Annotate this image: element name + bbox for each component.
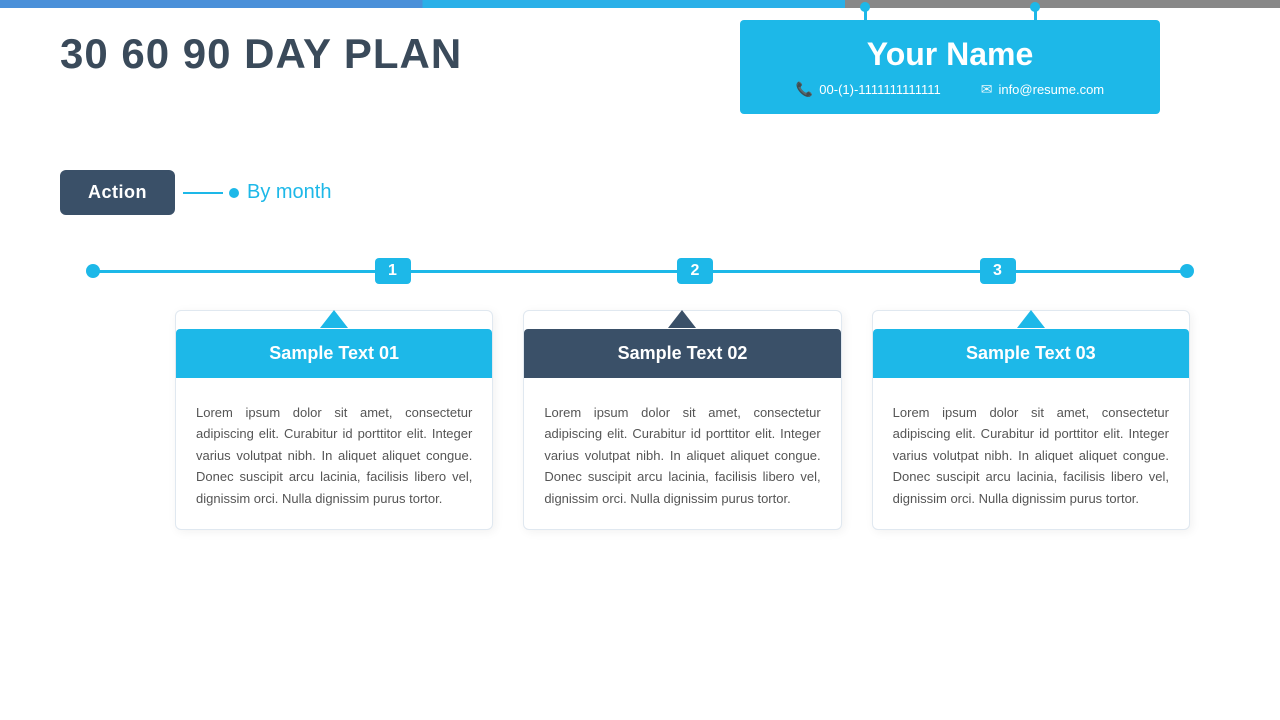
page-title: 30 60 90 DAY PLAN [60, 30, 462, 78]
top-bar [0, 0, 1280, 8]
node-box-2: 2 [677, 258, 713, 284]
action-badge: Action [60, 170, 175, 215]
by-month-label: By month [247, 181, 331, 204]
phone-number: 00-(1)-1111111111111 [819, 82, 940, 97]
card-2-arrow [668, 310, 696, 328]
pin-left [864, 8, 867, 22]
timeline-line [90, 270, 1190, 273]
name-card-pins [740, 8, 1160, 22]
cards-section: Sample Text 01 Lorem ipsum dolor sit ame… [175, 310, 1190, 530]
card-3-header: Sample Text 03 [873, 329, 1189, 378]
card-1: Sample Text 01 Lorem ipsum dolor sit ame… [175, 310, 493, 530]
timeline-dot-left [86, 264, 100, 278]
card-3: Sample Text 03 Lorem ipsum dolor sit ame… [872, 310, 1190, 530]
timeline-node-1: 1 [375, 258, 411, 284]
timeline-node-3: 3 [980, 258, 1016, 284]
email-info: ✉ info@resume.com [981, 81, 1104, 98]
timeline-dot-right [1180, 264, 1194, 278]
contact-info: 📞 00-(1)-1111111111111 ✉ info@resume.com [770, 81, 1130, 98]
timeline-section: 1 2 3 [90, 258, 1190, 284]
node-box-3: 3 [980, 258, 1016, 284]
card-2: Sample Text 02 Lorem ipsum dolor sit ame… [523, 310, 841, 530]
person-name: Your Name [770, 36, 1130, 73]
action-dot [229, 188, 239, 198]
card-1-arrow [320, 310, 348, 328]
card-3-arrow [1017, 310, 1045, 328]
action-line-bar [183, 192, 223, 194]
node-box-1: 1 [375, 258, 411, 284]
card-1-header: Sample Text 01 [176, 329, 492, 378]
action-section: Action By month [60, 170, 331, 215]
card-3-body: Lorem ipsum dolor sit amet, consectetur … [873, 378, 1189, 529]
pin-right [1034, 8, 1037, 22]
timeline-node-2: 2 [677, 258, 713, 284]
card-2-body: Lorem ipsum dolor sit amet, consectetur … [524, 378, 840, 529]
card-1-body: Lorem ipsum dolor sit amet, consectetur … [176, 378, 492, 529]
action-line [183, 188, 239, 198]
email-address: info@resume.com [998, 82, 1104, 97]
phone-info: 📞 00-(1)-1111111111111 [796, 81, 941, 98]
email-icon: ✉ [981, 81, 993, 98]
card-2-header: Sample Text 02 [524, 329, 840, 378]
name-card: Your Name 📞 00-(1)-1111111111111 ✉ info@… [740, 20, 1160, 114]
timeline-nodes: 1 2 3 [90, 258, 1190, 284]
phone-icon: 📞 [796, 81, 813, 98]
